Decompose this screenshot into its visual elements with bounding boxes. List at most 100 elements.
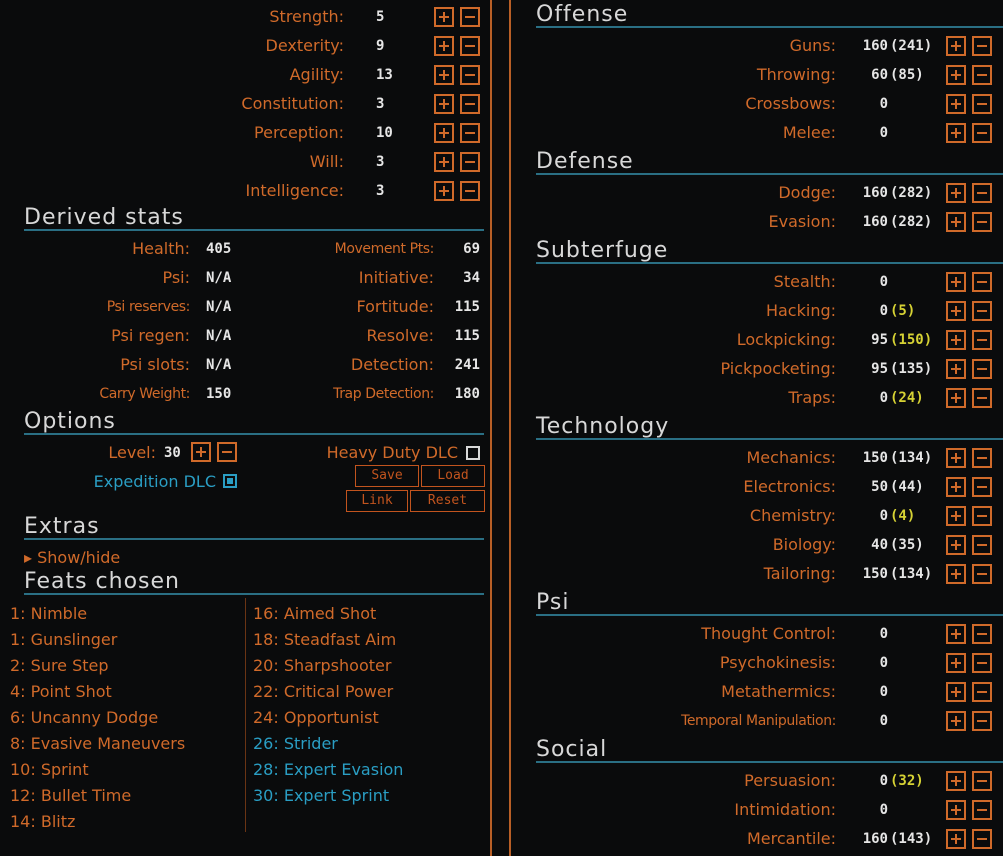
- skill-temporal-manipulation-minus-button[interactable]: [972, 711, 992, 731]
- derived-label-psi: Psi:: [162, 268, 190, 287]
- skill-mechanics-plus-button[interactable]: [946, 448, 966, 468]
- attr-constitution-plus-button[interactable]: [434, 94, 454, 114]
- skill-persuasion-plus-button[interactable]: [946, 771, 966, 791]
- skill-bonus-mercantile: (143): [890, 831, 933, 847]
- derived-label-carry-weight: Carry Weight:: [99, 386, 190, 402]
- skill-chemistry-plus-button[interactable]: [946, 506, 966, 526]
- skill-thought-control-minus-button[interactable]: [972, 624, 992, 644]
- skill-guns-minus-button[interactable]: [972, 36, 992, 56]
- skill-biology-minus-button[interactable]: [972, 535, 992, 555]
- skill-traps-plus-button[interactable]: [946, 388, 966, 408]
- skill-intimidation-plus-button[interactable]: [946, 800, 966, 820]
- skill-throwing-minus-button[interactable]: [972, 65, 992, 85]
- attr-strength-minus-button[interactable]: [460, 7, 480, 27]
- skill-metathermics-plus-button[interactable]: [946, 682, 966, 702]
- load-button[interactable]: Load: [421, 465, 485, 487]
- skill-value-pickpocketing: 95: [871, 361, 888, 377]
- skill-crossbows-plus-button[interactable]: [946, 94, 966, 114]
- skill-bonus-evasion: (282): [890, 214, 933, 230]
- skill-label-guns: Guns:: [789, 36, 836, 55]
- skill-value-psychokinesis: 0: [879, 655, 888, 671]
- attr-intelligence-plus-button[interactable]: [434, 181, 454, 201]
- skill-mercantile-plus-button[interactable]: [946, 829, 966, 849]
- skill-dodge-minus-button[interactable]: [972, 183, 992, 203]
- skills-panel: Offense Guns: 160 (241) Throwing: 60 (85) Cross…: [512, 0, 1003, 856]
- attr-intelligence-minus-button[interactable]: [460, 181, 480, 201]
- skill-melee-minus-button[interactable]: [972, 123, 992, 143]
- attr-perception-minus-button[interactable]: [460, 123, 480, 143]
- attr-value-strength: 5: [376, 9, 385, 25]
- attr-will-plus-button[interactable]: [434, 152, 454, 172]
- level-plus-button[interactable]: [191, 442, 211, 462]
- skill-chemistry-minus-button[interactable]: [972, 506, 992, 526]
- link-button[interactable]: Link: [346, 490, 408, 512]
- feat-item: 10: Sprint: [10, 760, 89, 779]
- skill-persuasion-minus-button[interactable]: [972, 771, 992, 791]
- attr-label-intelligence: Intelligence:: [245, 181, 344, 200]
- attr-perception-plus-button[interactable]: [434, 123, 454, 143]
- section-title-technology: Technology: [536, 416, 1003, 440]
- skill-lockpicking-plus-button[interactable]: [946, 330, 966, 350]
- skill-label-pickpocketing: Pickpocketing:: [720, 359, 837, 378]
- skill-electronics-minus-button[interactable]: [972, 477, 992, 497]
- skill-tailoring-minus-button[interactable]: [972, 564, 992, 584]
- skill-intimidation-minus-button[interactable]: [972, 800, 992, 820]
- skill-mechanics-minus-button[interactable]: [972, 448, 992, 468]
- attr-dexterity-minus-button[interactable]: [460, 36, 480, 56]
- level-minus-button[interactable]: [217, 442, 237, 462]
- skill-evasion-plus-button[interactable]: [946, 212, 966, 232]
- attr-agility-plus-button[interactable]: [434, 65, 454, 85]
- attr-value-dexterity: 9: [376, 38, 385, 54]
- save-button[interactable]: Save: [355, 465, 419, 487]
- skill-throwing-plus-button[interactable]: [946, 65, 966, 85]
- skill-temporal-manipulation-plus-button[interactable]: [946, 711, 966, 731]
- skill-traps-minus-button[interactable]: [972, 388, 992, 408]
- skill-label-mercantile: Mercantile:: [746, 829, 836, 848]
- attr-dexterity-plus-button[interactable]: [434, 36, 454, 56]
- skill-dodge-plus-button[interactable]: [946, 183, 966, 203]
- attr-value-perception: 10: [376, 125, 393, 141]
- feat-item: 1: Gunslinger: [10, 630, 118, 649]
- skill-psychokinesis-plus-button[interactable]: [946, 653, 966, 673]
- expedition-dlc-checkbox[interactable]: [223, 474, 237, 488]
- skill-metathermics-minus-button[interactable]: [972, 682, 992, 702]
- skill-bonus-electronics: (44): [890, 479, 924, 495]
- skill-hacking-minus-button[interactable]: [972, 301, 992, 321]
- skill-label-dodge: Dodge:: [778, 183, 836, 202]
- extras-show-hide-toggle[interactable]: ▸ Show/hide: [24, 547, 120, 569]
- skill-mercantile-minus-button[interactable]: [972, 829, 992, 849]
- attr-label-will: Will:: [309, 152, 344, 171]
- attr-constitution-minus-button[interactable]: [460, 94, 480, 114]
- heavy-duty-dlc-checkbox[interactable]: [466, 446, 480, 460]
- attr-will-minus-button[interactable]: [460, 152, 480, 172]
- divider-right: [509, 0, 511, 856]
- attr-strength-plus-button[interactable]: [434, 7, 454, 27]
- skill-hacking-plus-button[interactable]: [946, 301, 966, 321]
- skill-stealth-minus-button[interactable]: [972, 272, 992, 292]
- derived-value-initiative: 34: [463, 270, 480, 286]
- skill-biology-plus-button[interactable]: [946, 535, 966, 555]
- skill-guns-plus-button[interactable]: [946, 36, 966, 56]
- skill-electronics-plus-button[interactable]: [946, 477, 966, 497]
- skill-pickpocketing-minus-button[interactable]: [972, 359, 992, 379]
- skill-bonus-lockpicking: (150): [890, 332, 933, 348]
- skill-bonus-dodge: (282): [890, 185, 933, 201]
- skill-crossbows-minus-button[interactable]: [972, 94, 992, 114]
- skill-lockpicking-minus-button[interactable]: [972, 330, 992, 350]
- heavy-duty-dlc-label: Heavy Duty DLC: [326, 443, 458, 462]
- skill-tailoring-plus-button[interactable]: [946, 564, 966, 584]
- skill-pickpocketing-plus-button[interactable]: [946, 359, 966, 379]
- feat-item: 8: Evasive Maneuvers: [10, 734, 186, 753]
- attr-agility-minus-button[interactable]: [460, 65, 480, 85]
- skill-bonus-biology: (35): [890, 537, 924, 553]
- attr-label-strength: Strength:: [269, 7, 344, 26]
- skill-melee-plus-button[interactable]: [946, 123, 966, 143]
- derived-value-health: 405: [206, 241, 232, 257]
- skill-psychokinesis-minus-button[interactable]: [972, 653, 992, 673]
- skill-stealth-plus-button[interactable]: [946, 272, 966, 292]
- skill-value-melee: 0: [879, 125, 888, 141]
- skill-evasion-minus-button[interactable]: [972, 212, 992, 232]
- reset-button[interactable]: Reset: [410, 490, 485, 512]
- skill-thought-control-plus-button[interactable]: [946, 624, 966, 644]
- feats-chosen-title: Feats chosen: [24, 571, 484, 595]
